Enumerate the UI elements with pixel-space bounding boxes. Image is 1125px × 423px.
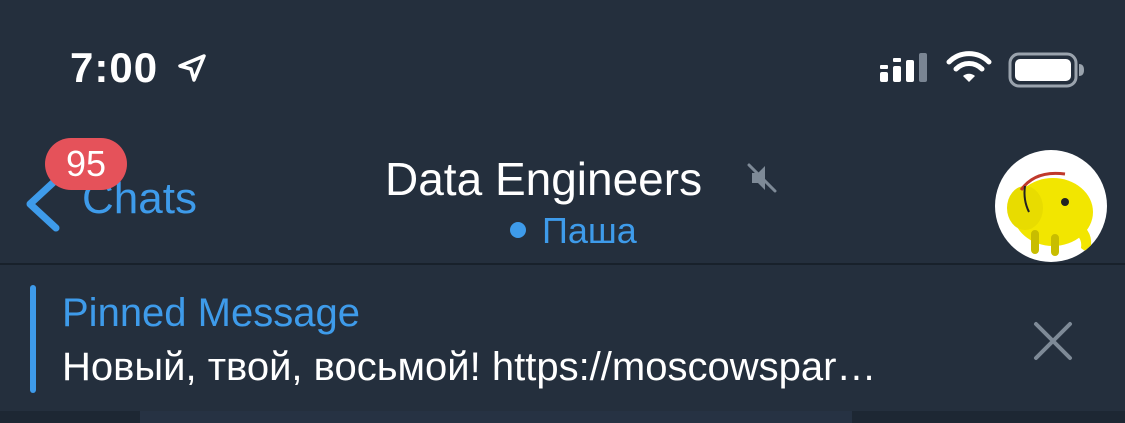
unread-badge: 95 [45,138,127,190]
pinned-accent-line [30,285,36,393]
battery-icon [1008,52,1084,88]
status-time: 7:00 [70,44,159,91]
chat-subtitle: Паша [510,210,637,252]
pinned-message-bar[interactable]: Pinned Message Новый, твой, восьмой! htt… [0,265,1125,411]
signal-icon [880,53,927,82]
wifi-icon [946,51,992,82]
pinned-text: Новый, твой, восьмой! https://moscowspar… [62,345,877,389]
location-arrow-icon [178,54,206,82]
status-bar: 7:00 [0,0,1125,130]
pinned-title: Pinned Message [62,291,360,335]
message-list-edge [0,411,1125,423]
muted-speaker-icon [747,163,777,193]
hadoop-elephant-icon [1007,171,1093,256]
close-icon[interactable] [1032,320,1074,362]
message-list-separator [140,411,852,423]
chat-title[interactable]: Data Engineers [385,152,702,206]
typing-user-name: Паша [542,210,637,251]
online-dot-icon [510,222,526,239]
avatar[interactable] [995,150,1107,262]
nav-bar: Chats 95 Data Engineers Паша [0,130,1125,263]
